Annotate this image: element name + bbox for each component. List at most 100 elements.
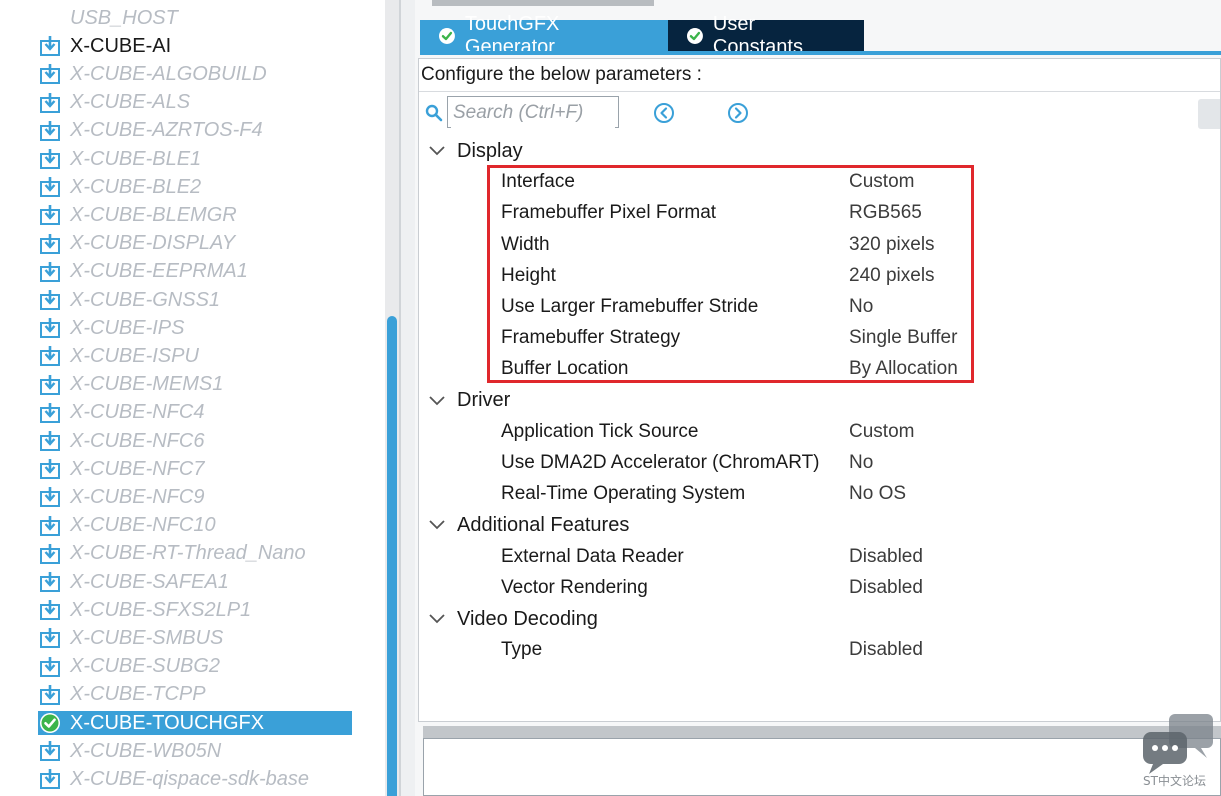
parameter-row[interactable]: Use Larger Framebuffer Stride No: [501, 293, 971, 321]
download-icon: [39, 204, 61, 226]
parameter-value[interactable]: Single Buffer: [849, 327, 957, 349]
scrollbar-thumb[interactable]: [387, 316, 397, 796]
download-icon: [39, 345, 61, 367]
package-item[interactable]: X-CUBE-IPS: [38, 316, 352, 340]
parameter-row[interactable]: Vector Rendering Disabled: [501, 574, 971, 602]
package-label: X-CUBE-BLEMGR: [70, 203, 237, 226]
package-item[interactable]: X-CUBE-GNSS1: [38, 288, 352, 312]
package-item[interactable]: X-CUBE-BLE1: [38, 147, 352, 171]
package-item[interactable]: X-CUBE-EEPRMA1: [38, 260, 352, 284]
parameter-value[interactable]: By Allocation: [849, 358, 958, 380]
chevron-down-icon[interactable]: [427, 612, 447, 626]
parameter-row[interactable]: Width 320 pixels: [501, 231, 971, 259]
search-input[interactable]: [451, 98, 615, 128]
parameter-name: Real-Time Operating System: [501, 483, 746, 505]
side-collapse-tab[interactable]: [1198, 99, 1220, 129]
package-label: X-CUBE-GNSS1: [70, 288, 221, 311]
download-icon: [39, 261, 61, 283]
group-display[interactable]: Display: [427, 137, 523, 165]
package-item[interactable]: X-CUBE-SUBG2: [38, 655, 352, 679]
parameter-row[interactable]: Interface Custom: [501, 168, 971, 196]
parameter-row[interactable]: Type Disabled: [501, 636, 971, 664]
parameter-value[interactable]: Custom: [849, 421, 914, 443]
package-label: X-CUBE-SMBUS: [70, 626, 224, 649]
parameter-value[interactable]: RGB565: [849, 202, 922, 224]
download-icon: [39, 317, 61, 339]
panel-gutter: [401, 0, 415, 796]
package-item[interactable]: X-CUBE-ISPU: [38, 344, 352, 368]
package-list-scrollbar[interactable]: [385, 0, 399, 796]
package-label: X-CUBE-SFXS2LP1: [70, 598, 252, 621]
group-title: Display: [457, 139, 523, 162]
tab-user-constants[interactable]: User Constants: [668, 13, 864, 58]
parameter-row[interactable]: Height 240 pixels: [501, 262, 971, 290]
package-label: X-CUBE-WB05N: [70, 739, 222, 762]
parameter-row[interactable]: Buffer Location By Allocation: [501, 355, 971, 383]
package-label: X-CUBE-AI: [70, 34, 172, 57]
parameter-value[interactable]: 240 pixels: [849, 265, 935, 287]
package-item[interactable]: X-CUBE-DISPLAY: [38, 232, 352, 256]
parameter-value[interactable]: No: [849, 452, 873, 474]
package-item[interactable]: X-CUBE-MEMS1: [38, 373, 352, 397]
parameter-row[interactable]: Use DMA2D Accelerator (ChromART) No: [501, 449, 971, 477]
group-driver[interactable]: Driver: [427, 387, 510, 415]
package-item[interactable]: X-CUBE-TOUCHGFX: [38, 711, 352, 735]
chevron-down-icon[interactable]: [427, 518, 447, 532]
download-icon: [39, 458, 61, 480]
package-label: X-CUBE-NFC7: [70, 457, 205, 480]
parameter-row[interactable]: Framebuffer Pixel Format RGB565: [501, 199, 971, 227]
package-item[interactable]: X-CUBE-BLEMGR: [38, 203, 352, 227]
parameter-value[interactable]: No OS: [849, 483, 906, 505]
parameter-value[interactable]: Disabled: [849, 546, 923, 568]
search-previous-icon[interactable]: [653, 102, 675, 124]
tab-touchgfx-generator[interactable]: TouchGFX Generator: [420, 13, 668, 58]
parameter-value[interactable]: Disabled: [849, 577, 923, 599]
configuration-panel: TouchGFX Generator User Constants Config…: [415, 0, 1221, 796]
package-label: X-CUBE-ALGOBUILD: [70, 62, 267, 85]
splitter-bar[interactable]: [423, 726, 1221, 738]
package-label: X-CUBE-AZRTOS-F4: [70, 119, 263, 142]
package-item[interactable]: X-CUBE-SFXS2LP1: [38, 598, 352, 622]
group-additional-features[interactable]: Additional Features: [427, 511, 629, 539]
package-item[interactable]: X-CUBE-NFC6: [38, 429, 352, 453]
package-label: X-CUBE-NFC9: [70, 485, 205, 508]
package-item[interactable]: X-CUBE-SMBUS: [38, 626, 352, 650]
parameter-value[interactable]: No: [849, 296, 873, 318]
package-label: X-CUBE-TCPP: [70, 683, 206, 706]
package-item[interactable]: X-CUBE-BLE2: [38, 175, 352, 199]
parameter-row[interactable]: External Data Reader Disabled: [501, 543, 971, 571]
parameter-row[interactable]: Framebuffer Strategy Single Buffer: [501, 324, 971, 352]
package-item[interactable]: X-CUBE-AZRTOS-F4: [38, 119, 352, 143]
parameter-name: External Data Reader: [501, 545, 684, 567]
description-pane: [423, 738, 1221, 796]
parameter-row[interactable]: Application Tick Source Custom: [501, 418, 971, 446]
parameter-value[interactable]: Disabled: [849, 639, 923, 661]
group-video-decoding[interactable]: Video Decoding: [427, 605, 598, 633]
package-item[interactable]: X-CUBE-NFC7: [38, 457, 352, 481]
package-item[interactable]: X-CUBE-RT-Thread_Nano: [38, 542, 352, 566]
package-item[interactable]: USB_HOST: [38, 6, 352, 30]
parameter-name: Use DMA2D Accelerator (ChromART): [501, 452, 820, 473]
config-tabs: TouchGFX Generator User Constants: [420, 13, 864, 58]
download-icon: [39, 543, 61, 565]
chevron-down-icon[interactable]: [427, 394, 447, 408]
package-item[interactable]: X-CUBE-WB05N: [38, 739, 352, 763]
package-item[interactable]: X-CUBE-NFC10: [38, 514, 352, 538]
parameter-name: Use Larger Framebuffer Stride: [501, 296, 759, 317]
package-item[interactable]: X-CUBE-AI: [38, 34, 352, 58]
download-icon: [39, 599, 61, 621]
package-item[interactable]: X-CUBE-SAFEA1: [38, 570, 352, 594]
package-item[interactable]: X-CUBE-ALGOBUILD: [38, 62, 352, 86]
package-item[interactable]: X-CUBE-TCPP: [38, 683, 352, 707]
parameter-value[interactable]: Custom: [849, 171, 914, 193]
search-next-icon[interactable]: [727, 102, 749, 124]
chevron-down-icon[interactable]: [427, 144, 447, 158]
package-item[interactable]: X-CUBE-ALS: [38, 91, 352, 115]
package-item[interactable]: X-CUBE-NFC4: [38, 401, 352, 425]
package-item[interactable]: X-CUBE-NFC9: [38, 485, 352, 509]
package-item[interactable]: X-CUBE-qispace-sdk-base: [38, 767, 352, 791]
package-label: X-CUBE-NFC4: [70, 401, 205, 424]
parameter-value[interactable]: 320 pixels: [849, 234, 935, 256]
parameter-row[interactable]: Real-Time Operating System No OS: [501, 480, 971, 508]
package-label: X-CUBE-TOUCHGFX: [70, 711, 265, 734]
